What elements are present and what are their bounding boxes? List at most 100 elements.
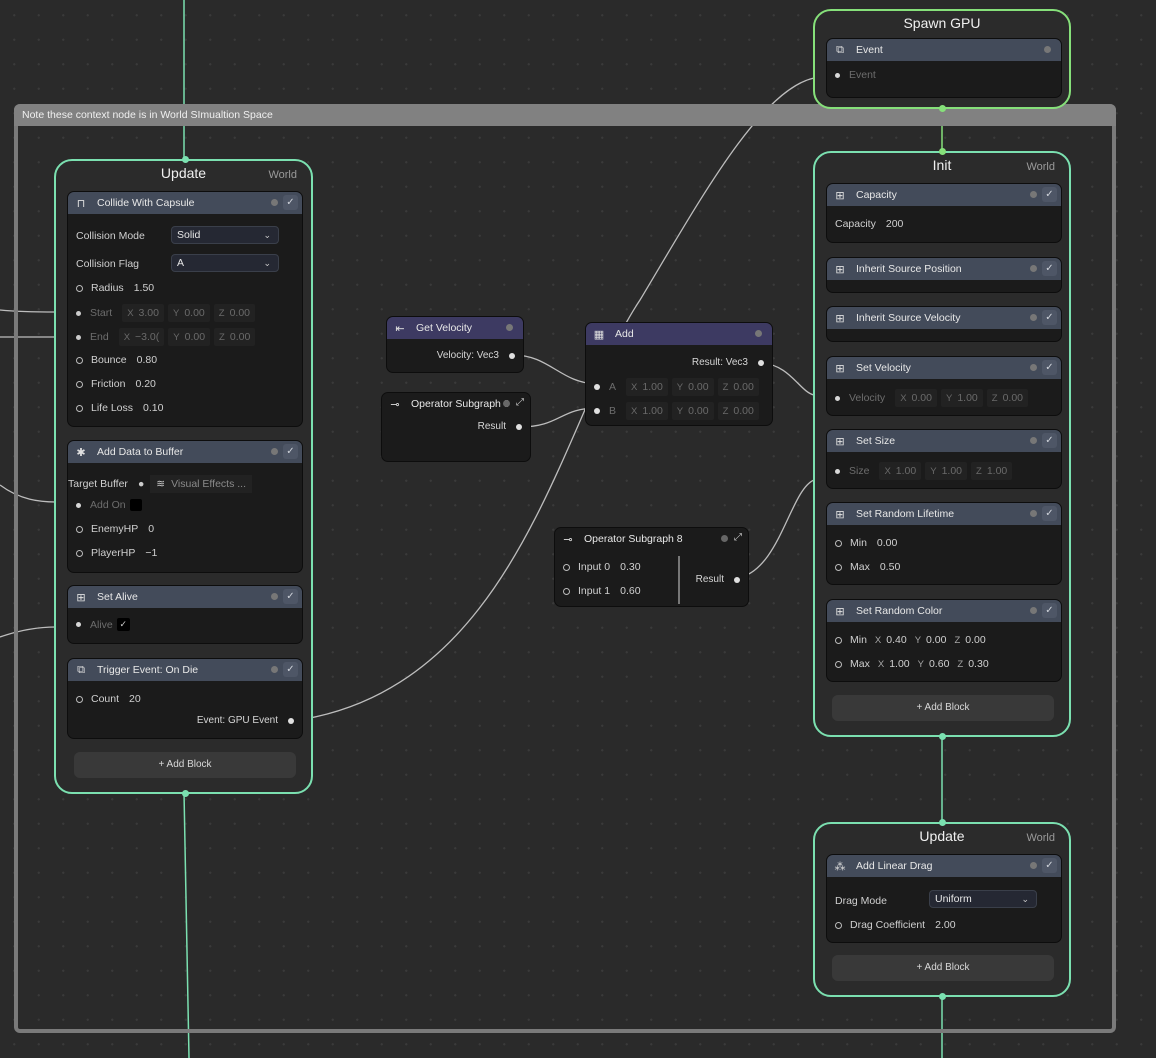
velocity-z[interactable]: Z 0.00 bbox=[986, 389, 1028, 407]
info-icon[interactable] bbox=[721, 535, 728, 542]
enable-toggle[interactable]: ✓ bbox=[1042, 310, 1057, 325]
info-icon[interactable] bbox=[1030, 265, 1037, 272]
port-dot[interactable] bbox=[835, 395, 840, 401]
info-icon[interactable] bbox=[1030, 364, 1037, 371]
trigger-event-block[interactable]: ⧉ Trigger Event: On Die ✓ Count 20 Event:… bbox=[67, 658, 303, 739]
start-y[interactable]: Y 0.00 bbox=[167, 304, 210, 322]
port-dot[interactable] bbox=[76, 334, 81, 340]
port-dot[interactable] bbox=[516, 423, 522, 430]
port-dot[interactable] bbox=[509, 352, 515, 359]
start-x[interactable]: X 3.00 bbox=[122, 304, 164, 322]
end-x[interactable]: X −3.0( bbox=[118, 328, 165, 346]
add-node[interactable]: ▦ Add Result: Vec3 A X 1.00 Y 0.00 Z 0.00 B… bbox=[585, 322, 773, 426]
flow-in-port[interactable] bbox=[939, 819, 946, 826]
enable-toggle[interactable]: ✓ bbox=[1042, 433, 1057, 448]
enable-toggle[interactable]: ✓ bbox=[283, 195, 298, 210]
port-circle[interactable] bbox=[835, 539, 842, 547]
min-z[interactable]: 0.00 bbox=[965, 634, 985, 646]
info-icon[interactable] bbox=[1030, 314, 1037, 321]
capacity-block[interactable]: ⊞ Capacity ✓ Capacity 200 bbox=[826, 183, 1062, 243]
result-output-port[interactable]: Result bbox=[696, 574, 740, 585]
enable-toggle[interactable]: ✓ bbox=[1042, 506, 1057, 521]
port-circle[interactable] bbox=[835, 921, 842, 929]
set-alive-block[interactable]: ⊞ Set Alive ✓ Alive ✓ bbox=[67, 585, 303, 644]
info-icon[interactable] bbox=[1030, 862, 1037, 869]
max-value[interactable]: 0.50 bbox=[880, 561, 900, 573]
init-context[interactable]: Init World ⊞ Capacity ✓ Capacity 200 ⊞ Inher… bbox=[813, 148, 1071, 740]
alive-checkbox[interactable]: ✓ bbox=[116, 618, 130, 631]
capacity-value[interactable]: 200 bbox=[886, 218, 904, 230]
update-context-left[interactable]: Update World ⊓ Collide With Capsule ✓ Co… bbox=[54, 156, 313, 797]
info-icon[interactable] bbox=[271, 448, 278, 455]
port-dot[interactable] bbox=[835, 468, 840, 474]
port-circle[interactable] bbox=[76, 695, 83, 703]
port-circle[interactable] bbox=[563, 563, 570, 571]
port-dot[interactable] bbox=[76, 310, 81, 316]
result-output-port[interactable]: Result: Vec3 bbox=[692, 357, 764, 368]
collision-flag-select[interactable]: A ⌄ bbox=[171, 254, 279, 272]
flow-in-port[interactable] bbox=[939, 148, 946, 155]
count-value[interactable]: 20 bbox=[129, 693, 141, 705]
lifeloss-value[interactable]: 0.10 bbox=[143, 402, 163, 414]
collide-with-capsule-block[interactable]: ⊓ Collide With Capsule ✓ Collision Mode … bbox=[67, 191, 303, 427]
port-circle[interactable] bbox=[76, 525, 83, 533]
min-x[interactable]: 0.40 bbox=[886, 634, 906, 646]
playerhp-value[interactable]: −1 bbox=[145, 547, 157, 559]
end-z[interactable]: Z 0.00 bbox=[214, 328, 256, 346]
size-x[interactable]: X 1.00 bbox=[879, 462, 922, 480]
set-size-block[interactable]: ⊞ Set Size ✓ Size X 1.00 Y 1.00 Z 1.00 bbox=[826, 429, 1062, 489]
info-icon[interactable] bbox=[503, 400, 510, 407]
set-random-color-block[interactable]: ⊞ Set Random Color ✓ Min X 0.40 Y 0.00 Z 0.00… bbox=[826, 599, 1062, 682]
expand-icon[interactable]: ⤢ bbox=[734, 532, 742, 543]
port-dot[interactable] bbox=[594, 408, 600, 414]
port-dot[interactable] bbox=[835, 72, 840, 78]
port-dot[interactable] bbox=[288, 717, 294, 724]
b-z[interactable]: Z 0.00 bbox=[717, 402, 759, 420]
flow-out-port[interactable] bbox=[939, 733, 946, 740]
b-y[interactable]: Y 0.00 bbox=[671, 402, 714, 420]
info-icon[interactable] bbox=[271, 199, 278, 206]
max-x[interactable]: 1.00 bbox=[889, 658, 909, 670]
event-block[interactable]: ⧉ Event Event bbox=[826, 38, 1062, 98]
enable-toggle[interactable]: ✓ bbox=[1042, 603, 1057, 618]
flow-out-port[interactable] bbox=[182, 790, 189, 797]
port-dot[interactable] bbox=[76, 502, 81, 508]
enable-toggle[interactable]: ✓ bbox=[283, 662, 298, 677]
get-velocity-node[interactable]: ⇤ Get Velocity Velocity: Vec3 bbox=[386, 316, 524, 373]
info-icon[interactable] bbox=[1044, 46, 1051, 53]
b-x[interactable]: X 1.00 bbox=[626, 402, 668, 420]
drag-mode-select[interactable]: Uniform ⌄ bbox=[929, 890, 1037, 908]
port-dot[interactable] bbox=[758, 359, 764, 366]
info-icon[interactable] bbox=[1030, 607, 1037, 614]
port-circle[interactable] bbox=[835, 660, 842, 668]
info-icon[interactable] bbox=[271, 666, 278, 673]
info-icon[interactable] bbox=[755, 330, 762, 337]
add-block-button[interactable]: + Add Block bbox=[832, 695, 1054, 721]
port-circle[interactable] bbox=[76, 284, 83, 292]
velocity-x[interactable]: X 0.00 bbox=[895, 389, 937, 407]
info-icon[interactable] bbox=[271, 593, 278, 600]
radius-value[interactable]: 1.50 bbox=[134, 282, 154, 294]
size-z[interactable]: Z 1.00 bbox=[971, 462, 1013, 480]
set-random-lifetime-block[interactable]: ⊞ Set Random Lifetime ✓ Min 0.00 Max 0.50 bbox=[826, 502, 1062, 585]
max-y[interactable]: 0.60 bbox=[929, 658, 949, 670]
add-linear-drag-block[interactable]: ⁂ Add Linear Drag ✓ Drag Mode Uniform ⌄ Dra… bbox=[826, 854, 1062, 943]
operator-subgraph-9-node[interactable]: ⊸ Operator Subgraph 9 ⤢ Result bbox=[381, 392, 531, 462]
port-dot[interactable] bbox=[734, 576, 740, 583]
a-y[interactable]: Y 0.00 bbox=[671, 378, 714, 396]
update-context-right[interactable]: Update World ⁂ Add Linear Drag ✓ Drag Mode… bbox=[813, 819, 1071, 1000]
add-data-to-buffer-block[interactable]: ✱ Add Data to Buffer ✓ Target Buffer ● ≋ V… bbox=[67, 440, 303, 573]
spawn-gpu-context[interactable]: Spawn GPU ⧉ Event Event bbox=[813, 9, 1071, 112]
info-icon[interactable] bbox=[1030, 437, 1037, 444]
drag-coefficient-value[interactable]: 2.00 bbox=[935, 919, 955, 931]
set-velocity-block[interactable]: ⊞ Set Velocity ✓ Velocity X 0.00 Y 1.00 Z 0.0… bbox=[826, 356, 1062, 416]
enemyhp-value[interactable]: 0 bbox=[148, 523, 154, 535]
min-y[interactable]: 0.00 bbox=[926, 634, 946, 646]
port-circle[interactable] bbox=[76, 380, 83, 388]
operator-subgraph-8-node[interactable]: ⊸ Operator Subgraph 8 ⤢ Input 0 0.30 Inpu… bbox=[554, 527, 749, 607]
enable-toggle[interactable]: ✓ bbox=[283, 589, 298, 604]
expand-icon[interactable]: ⤢ bbox=[516, 397, 524, 408]
add-block-button[interactable]: + Add Block bbox=[74, 752, 296, 778]
input1-value[interactable]: 0.60 bbox=[620, 585, 640, 597]
port-circle[interactable] bbox=[76, 549, 83, 557]
